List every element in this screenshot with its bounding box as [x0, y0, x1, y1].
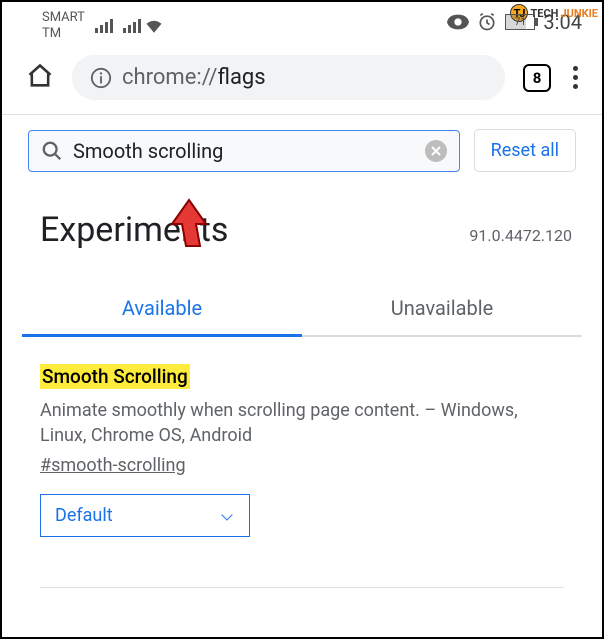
carrier-label-2: TM	[42, 26, 85, 42]
flag-entry: Smooth Scrolling Animate smoothly when s…	[2, 337, 602, 564]
clear-search-button[interactable]	[425, 140, 447, 162]
tab-switcher-button[interactable]: 8	[523, 64, 551, 92]
close-icon	[431, 146, 441, 156]
tab-bar: Available Unavailable	[22, 282, 582, 337]
cursor-pointer-overlay	[166, 198, 212, 250]
wifi-icon	[145, 19, 163, 33]
url-scheme: chrome://	[122, 65, 217, 90]
flag-description: Animate smoothly when scrolling page con…	[40, 398, 564, 448]
flag-dropdown-value: Default	[55, 505, 113, 526]
page-header: Experiments 91.0.4472.120	[2, 186, 602, 264]
flag-title: Smooth Scrolling	[40, 364, 190, 389]
flag-anchor-link[interactable]: #smooth-scrolling	[40, 455, 186, 476]
reset-all-button[interactable]: Reset all	[474, 129, 576, 172]
alarm-icon	[477, 12, 497, 32]
battery-icon: 71	[505, 14, 535, 30]
version-label: 91.0.4472.120	[469, 226, 572, 245]
home-button[interactable]	[26, 62, 54, 94]
info-icon	[90, 67, 112, 89]
search-icon	[41, 140, 63, 162]
tab-available[interactable]: Available	[22, 282, 302, 337]
flag-dropdown[interactable]: Default	[40, 494, 250, 537]
eye-icon	[447, 14, 469, 30]
watermark-text-2: JUNKIE	[560, 7, 598, 20]
search-row: Reset all	[2, 115, 602, 186]
address-bar[interactable]: chrome://flags	[72, 55, 505, 100]
overflow-menu-button[interactable]	[569, 62, 582, 93]
signal-icon	[95, 19, 113, 33]
url-path: flags	[217, 65, 265, 90]
battery-percent: 71	[515, 17, 526, 28]
search-input[interactable]	[73, 139, 415, 163]
browser-toolbar: chrome://flags 8	[2, 45, 602, 115]
tab-unavailable[interactable]: Unavailable	[302, 282, 582, 335]
chevron-down-icon	[221, 509, 232, 520]
divider	[40, 587, 564, 588]
signal-icon-2	[123, 19, 141, 33]
carrier-label-1: SMART	[42, 10, 85, 26]
search-box[interactable]	[28, 130, 460, 172]
